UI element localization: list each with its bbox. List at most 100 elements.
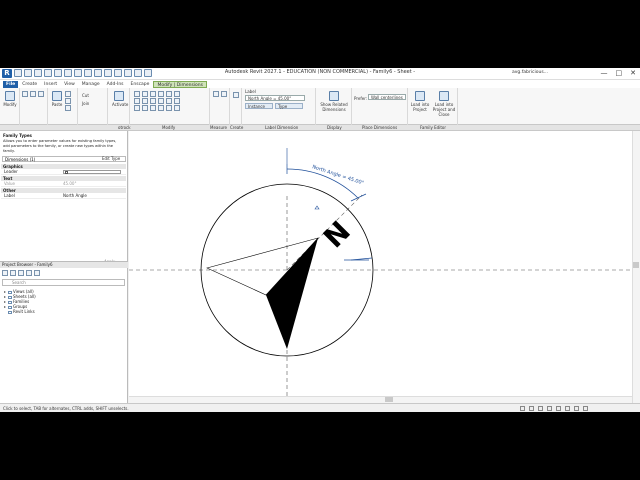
tab-insert[interactable]: Insert xyxy=(41,81,60,88)
load-into-project-button[interactable]: Load into Project xyxy=(410,91,430,112)
settings-icon[interactable] xyxy=(26,270,32,276)
measure-between-icon[interactable] xyxy=(213,91,219,97)
worksets-icon[interactable] xyxy=(520,406,525,411)
tab-modify-dimensions[interactable]: Modify | Dimensions xyxy=(153,80,207,88)
design-options-icon[interactable] xyxy=(529,406,534,411)
array-icon[interactable] xyxy=(158,98,164,104)
tab-manage[interactable]: Manage xyxy=(79,81,103,88)
label-value[interactable]: North Angle xyxy=(63,193,87,199)
prefer-label: Prefer: xyxy=(354,96,368,101)
select-links-icon[interactable] xyxy=(538,406,543,411)
prefer-dropdown[interactable]: Wall centerlines xyxy=(368,94,406,100)
dim-tick-end xyxy=(350,193,367,202)
measure-along-icon[interactable] xyxy=(221,91,227,97)
group-controls: Activate xyxy=(108,88,130,125)
properties-icon[interactable] xyxy=(22,91,28,97)
mirror-draw-icon[interactable] xyxy=(158,91,164,97)
trim-multi-icon[interactable] xyxy=(166,105,172,111)
modify-tools xyxy=(134,91,181,111)
filter-status-icon[interactable] xyxy=(583,406,588,411)
show-related-dimensions-button[interactable]: Show Related Dimensions xyxy=(320,91,348,112)
tab-enscape[interactable]: Enscape xyxy=(128,81,153,88)
cut-label[interactable]: Cut xyxy=(82,93,89,98)
group-modify xyxy=(130,88,210,125)
trim-single-icon[interactable] xyxy=(158,105,164,111)
north-letter[interactable]: N xyxy=(317,215,357,255)
expand-icon[interactable] xyxy=(2,270,8,276)
rotate-icon[interactable] xyxy=(134,98,140,104)
label-dropdown[interactable]: North Angle = 45.00° xyxy=(245,95,305,101)
trim-icon[interactable] xyxy=(142,98,148,104)
vertical-scroll-thumb[interactable] xyxy=(633,262,639,268)
create-dimension-icon[interactable] xyxy=(233,92,239,98)
ribbon-panel: Modify Paste Cut Join Activate Label Nor… xyxy=(0,88,640,125)
activate-button[interactable]: Activate xyxy=(112,91,128,107)
tree-item-links[interactable]: Revit Links xyxy=(4,309,35,314)
type-properties-icon[interactable] xyxy=(30,91,36,97)
tab-addins[interactable]: Add-Ins xyxy=(104,81,127,88)
arrow-solid[interactable] xyxy=(266,238,318,349)
minimize-button[interactable]: — xyxy=(601,69,608,78)
dim-drag-control-icon[interactable] xyxy=(314,205,320,210)
dimension-label[interactable]: North Angle = 45.00° xyxy=(311,164,365,187)
match-icon[interactable] xyxy=(65,105,71,111)
select-pinned-icon[interactable] xyxy=(556,406,561,411)
leader-field xyxy=(63,170,121,174)
tooltip-desc-3: family. xyxy=(3,149,15,153)
clipboard-small xyxy=(65,91,72,111)
group-family-editor: Load into Project Load into Project and … xyxy=(408,88,458,125)
drag-elements-icon[interactable] xyxy=(574,406,579,411)
properties-icons xyxy=(22,91,45,97)
group-select: Modify xyxy=(0,88,20,125)
select-underlay-icon[interactable] xyxy=(547,406,552,411)
join-label[interactable]: Join xyxy=(82,101,89,106)
copy-icon[interactable] xyxy=(65,98,71,104)
tab-file[interactable]: File xyxy=(3,80,19,88)
measure-tools xyxy=(213,91,228,97)
load-into-project-label: Load into Project xyxy=(410,102,430,112)
modify-button[interactable]: Modify xyxy=(3,91,17,107)
group-place-dimensions: Prefer: Wall centerlines xyxy=(352,88,408,125)
split-gap-icon[interactable] xyxy=(174,105,180,111)
family-types-icon[interactable] xyxy=(38,91,44,97)
filter-icon[interactable] xyxy=(18,270,24,276)
instance-button[interactable]: Instance xyxy=(245,103,273,109)
status-bar: Click to select, TAB for alternates, CTR… xyxy=(0,403,640,412)
paste-button[interactable]: Paste xyxy=(50,91,64,107)
unpin-icon[interactable] xyxy=(134,105,140,111)
user-account[interactable]: avg.fabricious... xyxy=(512,70,548,75)
drawing-canvas[interactable]: N North Angle = 45.00° xyxy=(129,131,632,403)
load-and-close-button[interactable]: Load into Project and Close xyxy=(432,91,456,117)
load-close-icon xyxy=(439,91,449,101)
cut-icon[interactable] xyxy=(65,91,71,97)
prop-row-value: Value 45.00° xyxy=(1,181,126,187)
scale-icon[interactable] xyxy=(166,98,172,104)
move-icon[interactable] xyxy=(166,91,172,97)
lock-icon[interactable] xyxy=(150,105,156,111)
prop-row-leader: Leader xyxy=(1,169,126,175)
pin-icon[interactable] xyxy=(174,98,180,104)
browser-search-input[interactable]: Search xyxy=(2,279,125,286)
tab-view[interactable]: View xyxy=(61,81,78,88)
group-create xyxy=(230,88,242,125)
refresh-icon[interactable] xyxy=(34,270,40,276)
copy-elements-icon[interactable] xyxy=(174,91,180,97)
close-button[interactable]: ✕ xyxy=(630,69,636,78)
select-by-face-icon[interactable] xyxy=(565,406,570,411)
leader-checkbox[interactable] xyxy=(65,171,68,174)
maximize-button[interactable]: □ xyxy=(616,69,623,78)
leader-label: Leader xyxy=(4,169,18,174)
delete-icon[interactable] xyxy=(142,105,148,111)
horizontal-scrollbar[interactable] xyxy=(129,396,632,403)
align-icon[interactable] xyxy=(134,91,140,97)
offset-icon[interactable] xyxy=(142,91,148,97)
mirror-axis-icon[interactable] xyxy=(150,91,156,97)
horizontal-scroll-thumb[interactable] xyxy=(385,397,393,402)
tab-create[interactable]: Create xyxy=(19,81,40,88)
split-icon[interactable] xyxy=(150,98,156,104)
label-caption: Label xyxy=(245,89,256,94)
edit-type-button[interactable]: Edit Type xyxy=(102,156,120,162)
group-label-dimension: Label North Angle = 45.00° Instance Type xyxy=(242,88,316,125)
type-button[interactable]: Type xyxy=(275,103,303,109)
collapse-icon[interactable] xyxy=(10,270,16,276)
